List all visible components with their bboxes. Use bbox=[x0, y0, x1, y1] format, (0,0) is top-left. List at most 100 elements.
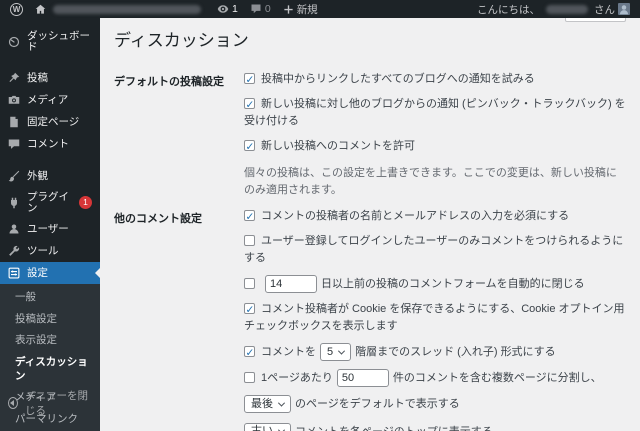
checkbox-row-close-old-comments[interactable]: 日以上前の投稿のコメントフォームを自動的に閉じる bbox=[244, 275, 626, 294]
moderation-count: 0 bbox=[264, 3, 271, 15]
sidebar-item-label: 設定 bbox=[27, 266, 48, 279]
admin-bar: W 1 0 新規 こんにちは、 さん bbox=[0, 0, 640, 18]
sidebar-item-plugins[interactable]: プラグイン 1 bbox=[0, 187, 100, 218]
comment-order-select[interactable]: 古い bbox=[244, 422, 291, 431]
section-note: 個々の投稿は、この設定を上書きできます。ここでの変更は、新しい投稿にのみ適用され… bbox=[244, 167, 617, 196]
checkbox-row-require-name-email[interactable]: コメントの投稿者の名前とメールアドレスの入力を必須にする bbox=[244, 208, 626, 225]
site-link[interactable] bbox=[31, 0, 209, 18]
thread-prefix-label: コメントを bbox=[261, 346, 316, 359]
pin-icon bbox=[8, 72, 20, 84]
checkbox-row-registered-only[interactable]: ユーザー登録してログインしたユーザーのみコメントをつけられるようにする bbox=[244, 233, 626, 267]
section-label: デフォルトの投稿設定 bbox=[114, 76, 224, 88]
media-icon bbox=[8, 94, 20, 106]
section-label: 他のコメント設定 bbox=[114, 213, 202, 226]
default-page-select[interactable]: 最後 bbox=[244, 395, 291, 414]
sidebar-item-appearance[interactable]: 外観 bbox=[0, 165, 100, 187]
dashboard-icon bbox=[8, 36, 20, 48]
view-count-item[interactable]: 1 bbox=[213, 0, 242, 18]
pages-icon bbox=[8, 116, 20, 128]
admin-sidebar: ダッシュボード 投稿 メディア 固定ページ コメント 外観 プラグイン 1 ユー… bbox=[0, 18, 100, 431]
paginate-prefix-label: 1ページあたり bbox=[261, 372, 333, 385]
checkbox-label: コメント投稿者が Cookie を保存できるようにする、Cookie オプトイン… bbox=[244, 303, 625, 333]
comment-order-row: 古い コメントを各ページのトップに表示する bbox=[244, 422, 626, 431]
section-other-comment-settings: 他のコメント設定 コメントの投稿者の名前とメールアドレスの入力を必須にする ユー… bbox=[114, 208, 626, 431]
sidebar-item-users[interactable]: ユーザー bbox=[0, 218, 100, 240]
submenu-item-reading[interactable]: 表示設定 bbox=[0, 330, 100, 352]
checkbox-label: コメントの投稿者の名前とメールアドレスの入力を必須にする bbox=[261, 210, 570, 223]
checkbox-row-paginate-comments[interactable]: 1ページあたり 件のコメントを含む複数ページに分割し、 bbox=[244, 369, 626, 388]
thread-depth-select[interactable]: 5 bbox=[320, 343, 352, 362]
checkbox-row-allow-comments[interactable]: 新しい投稿へのコメントを許可 bbox=[244, 138, 626, 155]
checkbox-cookies-optin[interactable] bbox=[244, 302, 255, 318]
thread-suffix-label: 階層までのスレッド (入れ子) 形式にする bbox=[355, 346, 556, 359]
sidebar-item-dashboard[interactable]: ダッシュボード bbox=[0, 26, 100, 57]
sidebar-item-label: ダッシュボード bbox=[27, 30, 90, 53]
paginate-suffix-label: 件のコメントを含む複数ページに分割し、 bbox=[392, 372, 602, 385]
chevron-down-icon bbox=[338, 347, 346, 355]
checkbox-row-pingbacks[interactable]: 新しい投稿に対し他のブログからの通知 (ピンバック・トラックバック) を受け付け… bbox=[244, 96, 626, 130]
sidebar-item-label: メディア bbox=[27, 93, 69, 106]
sidebar-item-label: コメント bbox=[27, 137, 69, 150]
new-content-button[interactable]: 新規 bbox=[279, 0, 322, 18]
checkbox-allow-comments[interactable] bbox=[244, 139, 255, 155]
checkbox-label: 日以上前の投稿のコメントフォームを自動的に閉じる bbox=[321, 278, 585, 291]
sidebar-item-posts[interactable]: 投稿 bbox=[0, 67, 100, 89]
close-days-input[interactable] bbox=[265, 275, 317, 294]
main-content: ヘルプ ディスカッション デフォルトの投稿設定 投稿中からリンクしたすべてのブロ… bbox=[100, 0, 640, 431]
users-icon bbox=[8, 223, 20, 235]
submenu-item-writing[interactable]: 投稿設定 bbox=[0, 309, 100, 331]
checkbox-label: 新しい投稿へのコメントを許可 bbox=[261, 140, 415, 153]
submenu-item-general[interactable]: 一般 bbox=[0, 287, 100, 309]
checkbox-paginate-comments[interactable] bbox=[244, 372, 255, 384]
checkbox-notify-blogs[interactable] bbox=[244, 72, 255, 88]
checkbox-threaded-comments[interactable] bbox=[244, 345, 255, 361]
redacted-username bbox=[546, 4, 588, 14]
checkbox-require-name-email[interactable] bbox=[244, 209, 255, 225]
collapse-menu-button[interactable]: メニューを閉じる bbox=[0, 383, 100, 423]
comment-order-value: 古い bbox=[251, 423, 273, 431]
checkbox-label: 投稿中からリンクしたすべてのブログへの通知を試みる bbox=[261, 73, 535, 85]
sidebar-item-settings[interactable]: 設定 bbox=[0, 262, 100, 284]
checkbox-row-threaded-comments[interactable]: コメントを 5 階層までのスレッド (入れ子) 形式にする bbox=[244, 343, 626, 362]
chevron-down-icon bbox=[277, 399, 286, 407]
sidebar-item-label: ツール bbox=[27, 244, 59, 257]
sidebar-item-tools[interactable]: ツール bbox=[0, 240, 100, 262]
new-content-label: 新規 bbox=[296, 3, 318, 16]
sidebar-item-media[interactable]: メディア bbox=[0, 89, 100, 111]
comment-order-suffix-label: コメントを各ページのトップに表示する bbox=[295, 426, 493, 431]
submenu-item-discussion[interactable]: ディスカッション bbox=[0, 352, 100, 387]
comments-per-page-input[interactable] bbox=[336, 369, 389, 388]
avatar bbox=[618, 3, 630, 15]
page-title: ディスカッション bbox=[114, 31, 249, 50]
comments-moderation-item[interactable]: 0 bbox=[246, 0, 275, 18]
wordpress-logo-icon: W bbox=[10, 2, 23, 16]
greeting-suffix: さん bbox=[594, 3, 615, 16]
checkbox-row-notify-blogs[interactable]: 投稿中からリンクしたすべてのブログへの通知を試みる bbox=[244, 71, 626, 88]
home-icon bbox=[35, 4, 46, 14]
my-account-menu[interactable]: こんにちは、 さん bbox=[473, 0, 634, 18]
sidebar-item-comments[interactable]: コメント bbox=[0, 133, 100, 155]
plugins-update-badge: 1 bbox=[79, 196, 92, 209]
collapse-menu-label: メニューを閉じる bbox=[24, 390, 88, 417]
default-page-value: 最後 bbox=[251, 397, 273, 410]
comments-icon bbox=[8, 138, 20, 150]
sidebar-item-pages[interactable]: 固定ページ bbox=[0, 111, 100, 133]
redacted-site-name bbox=[53, 4, 201, 14]
sidebar-item-label: プラグイン bbox=[27, 191, 69, 214]
checkbox-row-cookies-optin[interactable]: コメント投稿者が Cookie を保存できるようにする、Cookie オプトイン… bbox=[244, 301, 626, 335]
collapse-arrow-icon bbox=[8, 397, 18, 409]
thread-depth-value: 5 bbox=[327, 345, 334, 358]
plugins-icon bbox=[8, 197, 20, 209]
checkbox-registered-only[interactable] bbox=[244, 235, 255, 247]
default-page-suffix-label: のページをデフォルトで表示する bbox=[295, 398, 460, 411]
sidebar-item-label: 固定ページ bbox=[27, 115, 80, 128]
sidebar-item-label: 外観 bbox=[27, 169, 48, 182]
tools-icon bbox=[8, 245, 20, 257]
view-count: 1 bbox=[232, 3, 238, 15]
settings-icon bbox=[8, 267, 20, 279]
default-page-row: 最後 のページをデフォルトで表示する bbox=[244, 395, 626, 414]
appearance-icon bbox=[8, 170, 20, 182]
wordpress-logo-menu[interactable]: W bbox=[6, 0, 27, 18]
checkbox-close-old-comments[interactable] bbox=[244, 278, 255, 290]
checkbox-pingbacks[interactable] bbox=[244, 97, 255, 113]
